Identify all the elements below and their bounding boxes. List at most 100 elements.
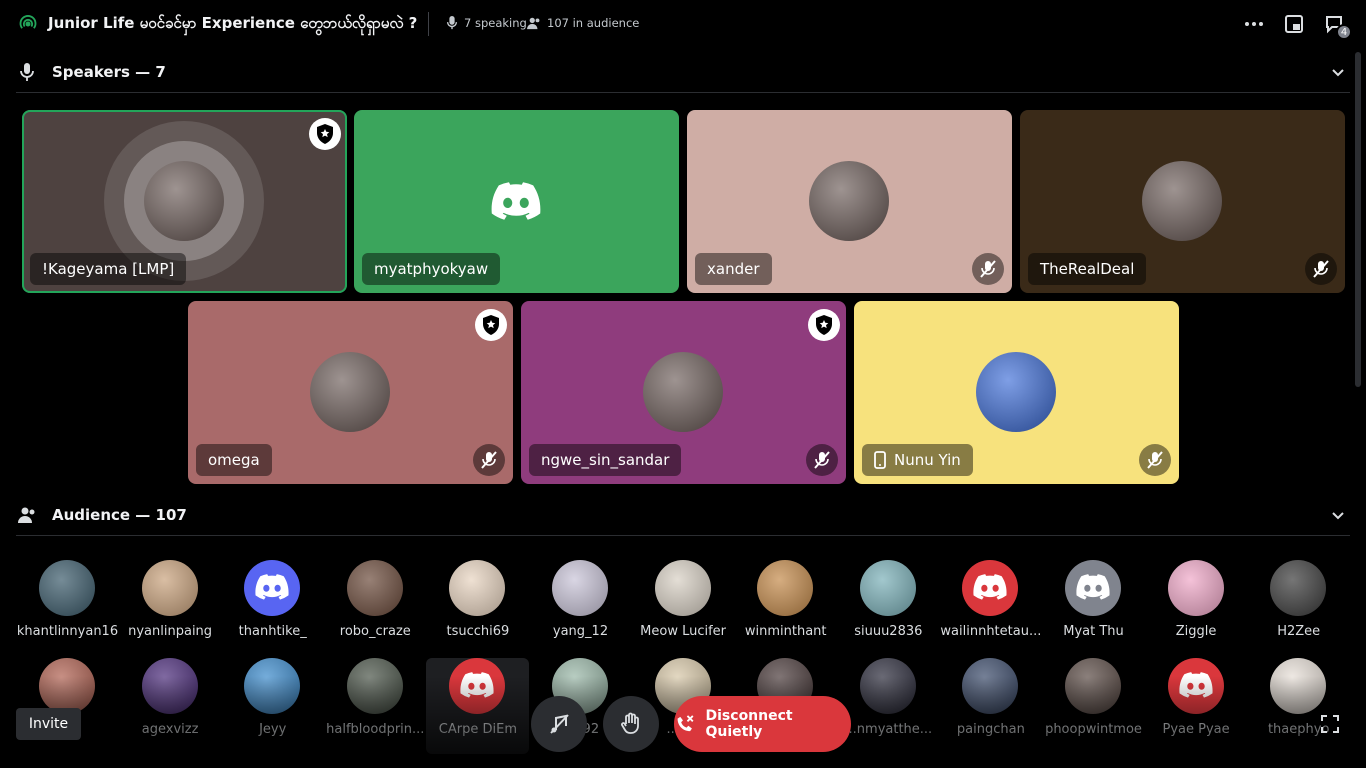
disconnect-quietly-button[interactable]: Disconnect Quietly (674, 696, 851, 752)
muted-sound-icon (550, 714, 569, 734)
speaker-tile[interactable]: Nunu Yin (854, 301, 1179, 484)
moderator-shield-icon (317, 124, 333, 144)
muted-indicator (1139, 444, 1171, 476)
discord-logo-icon (973, 574, 1007, 600)
audience-member[interactable]: robo_craze (324, 560, 427, 656)
avatar (39, 560, 95, 616)
audience-name: khantlinnyan16 (16, 624, 119, 639)
audience-member[interactable]: tsucchi69 (426, 560, 529, 656)
speaker-name: !Kageyama [LMP] (42, 260, 175, 278)
notification-badge: 4 (1336, 24, 1352, 40)
sound-toggle-button[interactable] (531, 696, 587, 752)
audience-member[interactable]: H2Zee (1247, 560, 1350, 656)
audience-label: Audience — 107 (52, 506, 187, 524)
speaking-count: 7 speaking (446, 16, 527, 30)
fullscreen-icon[interactable] (1320, 714, 1340, 734)
speaker-name-pill: TheRealDeal (1028, 253, 1147, 285)
disconnect-label: Disconnect Quietly (705, 708, 793, 740)
phone-disconnect-icon (677, 715, 694, 732)
microphone-icon (20, 63, 34, 81)
muted-mic-icon (814, 451, 830, 469)
speaker-name-pill: myatphyokyaw (362, 253, 501, 285)
avatar (1167, 560, 1224, 616)
audience-count-label: 107 in audience (547, 16, 640, 30)
audience-name: Ziggle (1175, 624, 1217, 639)
audience-name: siuuu2836 (854, 624, 923, 639)
muted-indicator (972, 253, 1004, 285)
avatar (643, 352, 723, 432)
discord-logo-icon (255, 574, 289, 600)
muted-mic-icon (481, 451, 497, 469)
avatar (449, 560, 506, 616)
speaker-tile[interactable]: !Kageyama [LMP] (22, 110, 347, 293)
page-title: Junior Life မဝင်ခင်မှာ Experience တွေဘယ်… (48, 14, 418, 32)
people-icon (18, 507, 35, 523)
audience-member[interactable]: Myat Thu (1042, 560, 1145, 656)
people-icon (527, 17, 540, 30)
avatar (809, 161, 889, 241)
microphone-icon (446, 16, 458, 30)
speaker-name-pill: omega (196, 444, 272, 476)
chat-button[interactable]: 4 (1322, 12, 1352, 40)
hand-icon (621, 712, 639, 734)
audience-name: Meow Lucifer (640, 624, 727, 639)
avatar (310, 352, 390, 432)
audience-section-header[interactable]: Audience — 107 (16, 495, 1350, 536)
mobile-phone-icon (874, 451, 886, 469)
muted-mic-icon (1147, 451, 1163, 469)
speaker-name-pill: Nunu Yin (862, 444, 973, 476)
speaker-name-pill: !Kageyama [LMP] (30, 253, 187, 285)
audience-name: yang_12 (552, 624, 609, 639)
audience-member[interactable]: Ziggle (1145, 560, 1248, 656)
speakers-label: Speakers — 7 (52, 63, 166, 81)
avatar (346, 560, 403, 616)
speaker-tile[interactable]: xander (687, 110, 1012, 293)
popout-button[interactable] (1282, 12, 1306, 36)
discord-logo-icon (491, 182, 541, 220)
stage-header: Junior Life မဝင်ခင်မှာ Experience တွေဘယ်… (0, 0, 1366, 48)
speaker-tile[interactable]: ngwe_sin_sandar (521, 301, 846, 484)
more-options-button[interactable] (1242, 12, 1266, 36)
speaker-tile[interactable]: omega (188, 301, 513, 484)
raise-hand-button[interactable] (603, 696, 659, 752)
speaker-name: myatphyokyaw (374, 260, 489, 278)
audience-name: robo_craze (339, 624, 411, 639)
speakers-section-header[interactable]: Speakers — 7 (16, 52, 1350, 93)
moderator-badge (808, 309, 840, 341)
audience-name: wailinnhtetau... (940, 624, 1042, 639)
avatar (1065, 560, 1121, 616)
moderator-badge (475, 309, 507, 341)
muted-mic-icon (1313, 260, 1329, 278)
scrollbar[interactable] (1355, 52, 1361, 387)
audience-member[interactable]: winminthant (734, 560, 837, 656)
speaker-name: omega (208, 451, 260, 469)
avatar (859, 560, 916, 616)
muted-indicator (473, 444, 505, 476)
avatar (244, 560, 301, 616)
audience-member[interactable]: Meow Lucifer (632, 560, 735, 656)
avatar (1270, 560, 1327, 616)
header-divider (428, 12, 429, 36)
avatar (654, 560, 711, 616)
audience-member[interactable]: thanhtike_ (221, 560, 324, 656)
speaker-name: Nunu Yin (894, 451, 961, 469)
invite-button[interactable]: Invite (16, 708, 81, 740)
more-dots-icon (1245, 22, 1263, 26)
avatar (144, 161, 224, 241)
avatar (962, 560, 1019, 616)
audience-member[interactable]: wailinnhtetau... (939, 560, 1042, 656)
avatar (1142, 161, 1222, 241)
speaker-tile[interactable]: myatphyokyaw (354, 110, 679, 293)
muted-indicator (806, 444, 838, 476)
audience-member[interactable]: nyanlinpaing (119, 560, 222, 656)
speaker-tile[interactable]: TheRealDeal (1020, 110, 1345, 293)
audience-member[interactable]: yang_12 (529, 560, 632, 656)
avatar (757, 560, 814, 616)
default-avatar (491, 182, 541, 224)
audience-member[interactable]: siuuu2836 (837, 560, 940, 656)
discord-logo-icon (1076, 574, 1110, 600)
audience-member[interactable]: khantlinnyan16 (16, 560, 119, 656)
muted-mic-icon (980, 260, 996, 278)
audience-count: 107 in audience (527, 16, 639, 30)
speaker-name: xander (707, 260, 760, 278)
